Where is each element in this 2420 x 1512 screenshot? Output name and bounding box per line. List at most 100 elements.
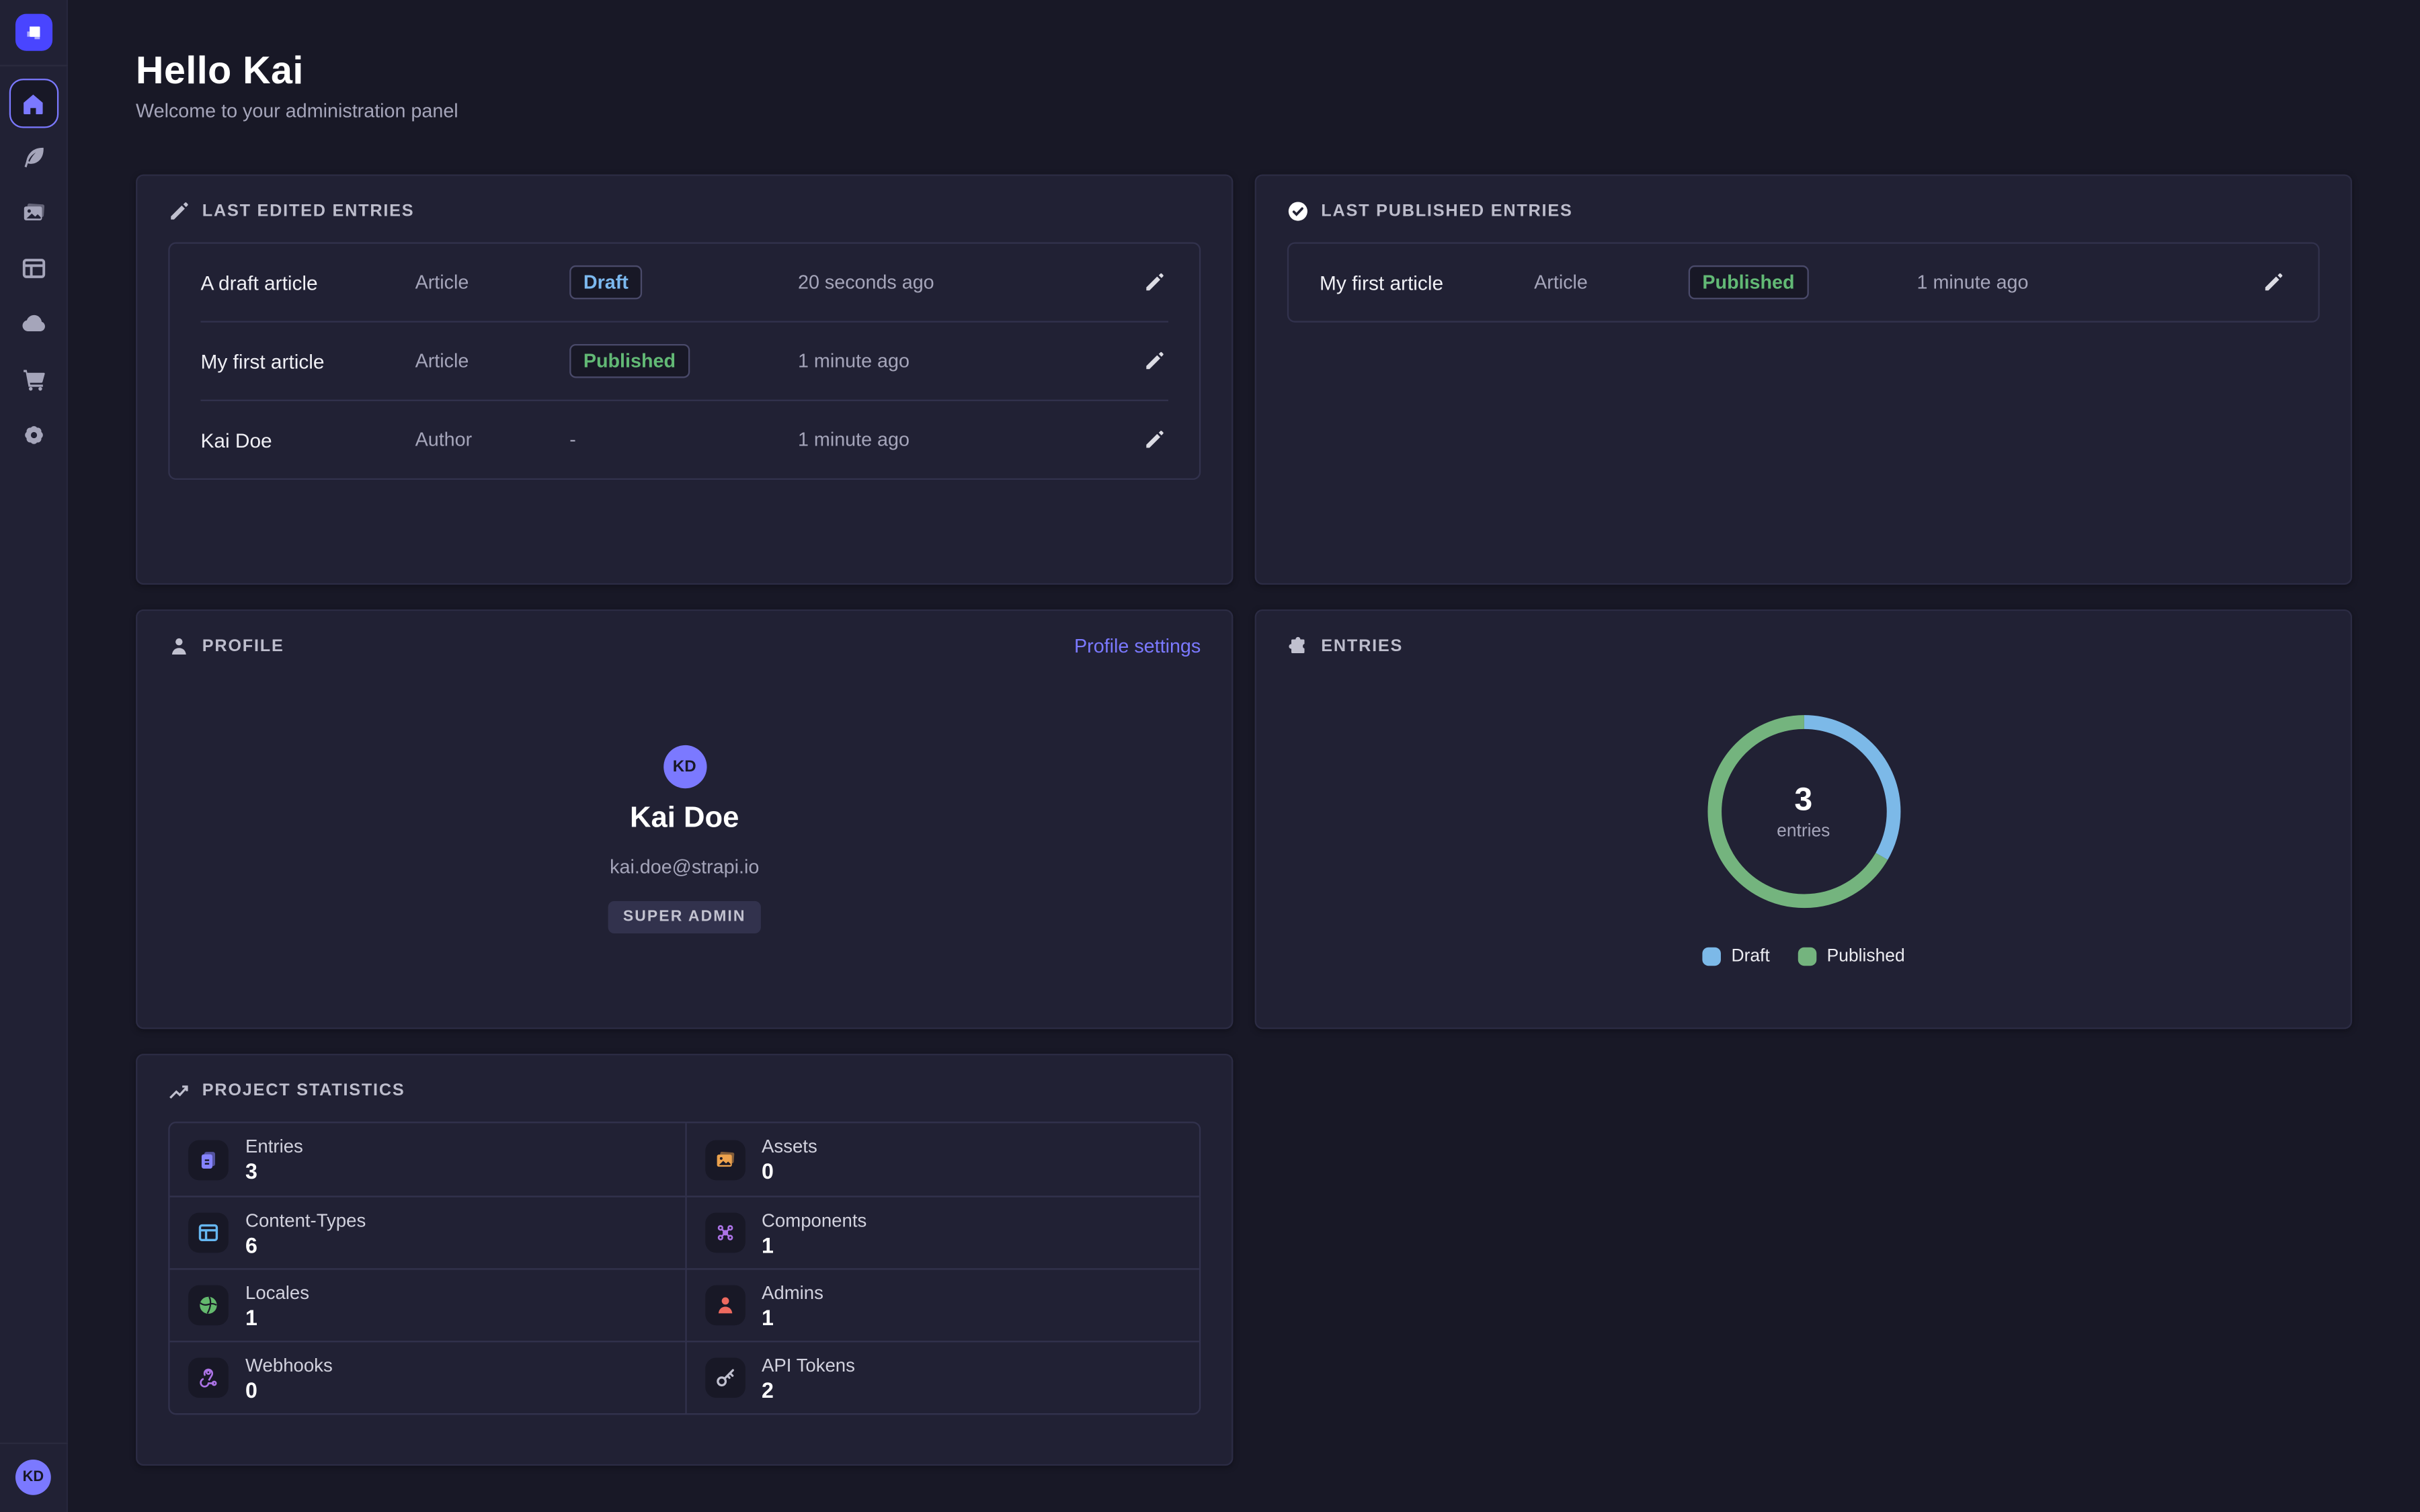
entry-kind: Article	[415, 350, 570, 372]
user-icon	[168, 636, 190, 657]
card-header: PROFILE Profile settings	[137, 611, 1232, 677]
marketplace-cart-icon	[21, 366, 46, 391]
entry-name: My first article	[1320, 271, 1534, 294]
sidebar-divider	[0, 65, 67, 66]
sidebar: KD	[0, 0, 68, 1512]
sidebar-item-content-manager[interactable]	[20, 144, 46, 170]
stat-value: 1	[762, 1232, 866, 1257]
stat-label: Locales	[245, 1282, 309, 1303]
stat-content-types: Content-Types 6	[170, 1195, 685, 1268]
puzzle-icon	[1287, 636, 1309, 657]
stat-label: Admins	[762, 1282, 823, 1303]
stats-table: Entries 3 Assets 0 Content-Types	[168, 1122, 1201, 1415]
stat-label: Content-Types	[245, 1209, 366, 1230]
trend-up-icon	[168, 1080, 190, 1101]
table-row: My first article Article Published 1 min…	[170, 323, 1199, 400]
pencil-icon	[168, 200, 190, 222]
legend-item: Published	[1798, 948, 1905, 966]
card-header: ENTRIES	[1256, 611, 2351, 677]
sidebar-item-marketplace[interactable]	[20, 366, 46, 392]
table-row: A draft article Article Draft 20 seconds…	[170, 244, 1199, 321]
pencil-icon	[1143, 271, 1165, 293]
cloud-icon	[20, 310, 46, 336]
sidebar-item-deploy[interactable]	[20, 310, 46, 336]
role-badge: SUPER ADMIN	[608, 901, 762, 933]
entries-chart: 3 entries Draft Published	[1256, 677, 2351, 966]
stat-locales: Locales 1	[170, 1268, 685, 1341]
entry-kind: Article	[415, 271, 570, 293]
globe-icon	[188, 1286, 229, 1326]
legend-item: Draft	[1702, 948, 1770, 966]
home-icon	[22, 92, 44, 115]
stat-label: Components	[762, 1209, 866, 1230]
stat-label: Entries	[245, 1136, 303, 1157]
last-published-table: My first article Article Published 1 min…	[1287, 242, 2320, 322]
sidebar-user-avatar[interactable]: KD	[15, 1460, 51, 1495]
status-badge: Draft	[569, 265, 642, 300]
documents-icon	[188, 1140, 229, 1180]
pencil-icon	[1143, 429, 1165, 450]
edit-entry-button[interactable]	[1141, 268, 1168, 296]
check-circle-icon	[1287, 200, 1309, 222]
stat-value: 0	[762, 1159, 817, 1183]
edit-entry-button[interactable]	[2259, 268, 2287, 296]
status-badge: Published	[1689, 265, 1808, 300]
entry-time: 1 minute ago	[798, 350, 1141, 372]
pencil-icon	[1143, 350, 1165, 372]
page-subtitle: Welcome to your administration panel	[136, 100, 458, 122]
card-header: PROJECT STATISTICS	[137, 1055, 1232, 1122]
entry-kind: Article	[1534, 271, 1689, 293]
edit-entry-button[interactable]	[1141, 347, 1168, 375]
last-edited-entries-card: LAST EDITED ENTRIES A draft article Arti…	[136, 174, 1233, 585]
entry-kind: Author	[415, 429, 570, 450]
stat-admins: Admins 1	[684, 1268, 1199, 1341]
stat-value: 1	[245, 1304, 309, 1329]
chart-legend: Draft Published	[1702, 948, 1905, 966]
status-empty: -	[569, 429, 576, 450]
settings-gear-icon	[21, 422, 46, 447]
sidebar-item-media-library[interactable]	[20, 199, 46, 225]
stat-value: 1	[762, 1304, 823, 1329]
sidebar-item-settings[interactable]	[20, 421, 46, 448]
avatar: KD	[663, 745, 706, 788]
profile-card: PROFILE Profile settings KD Kai Doe kai.…	[136, 610, 1233, 1029]
legend-swatch-published	[1798, 948, 1816, 966]
card-title: ENTRIES	[1321, 637, 1403, 656]
donut-center: 3 entries	[1695, 704, 1911, 919]
entry-time: 1 minute ago	[1917, 271, 2260, 293]
stat-webhooks: Webhooks 0	[170, 1341, 685, 1413]
stat-components: Components 1	[684, 1195, 1199, 1268]
stat-label: Assets	[762, 1136, 817, 1157]
webhook-icon	[188, 1357, 229, 1398]
stat-label: Webhooks	[245, 1354, 333, 1376]
sidebar-item-content-type-builder[interactable]	[20, 255, 46, 281]
status-badge: Published	[569, 344, 689, 378]
profile-body: KD Kai Doe kai.doe@strapi.io SUPER ADMIN	[137, 677, 1232, 933]
nodes-icon	[704, 1213, 745, 1253]
profile-settings-link[interactable]: Profile settings	[1074, 636, 1201, 657]
sidebar-item-home[interactable]	[9, 79, 58, 128]
entry-name: My first article	[200, 349, 415, 372]
card-title: PROFILE	[202, 637, 284, 656]
entry-name: Kai Doe	[200, 428, 415, 451]
edit-entry-button[interactable]	[1141, 426, 1168, 454]
media-library-icon	[21, 200, 46, 224]
entries-donut: 3 entries	[1695, 704, 1911, 919]
strapi-logo-glyph	[21, 20, 46, 45]
stat-assets: Assets 0	[684, 1123, 1199, 1195]
images-icon	[704, 1140, 745, 1180]
pencil-icon	[2263, 271, 2284, 293]
legend-label: Published	[1827, 948, 1905, 966]
strapi-logo[interactable]	[15, 14, 52, 51]
profile-email: kai.doe@strapi.io	[610, 856, 759, 878]
page-title: Hello Kai	[136, 49, 304, 94]
entry-name: A draft article	[200, 271, 415, 294]
person-icon	[704, 1286, 745, 1326]
card-header: LAST PUBLISHED ENTRIES	[1256, 176, 2351, 243]
feather-icon	[21, 144, 46, 169]
table-row: My first article Article Published 1 min…	[1289, 244, 2318, 321]
stat-value: 6	[245, 1232, 366, 1257]
key-icon	[704, 1357, 745, 1398]
last-published-entries-card: LAST PUBLISHED ENTRIES My first article …	[1255, 174, 2352, 585]
layout-icon	[188, 1213, 229, 1253]
